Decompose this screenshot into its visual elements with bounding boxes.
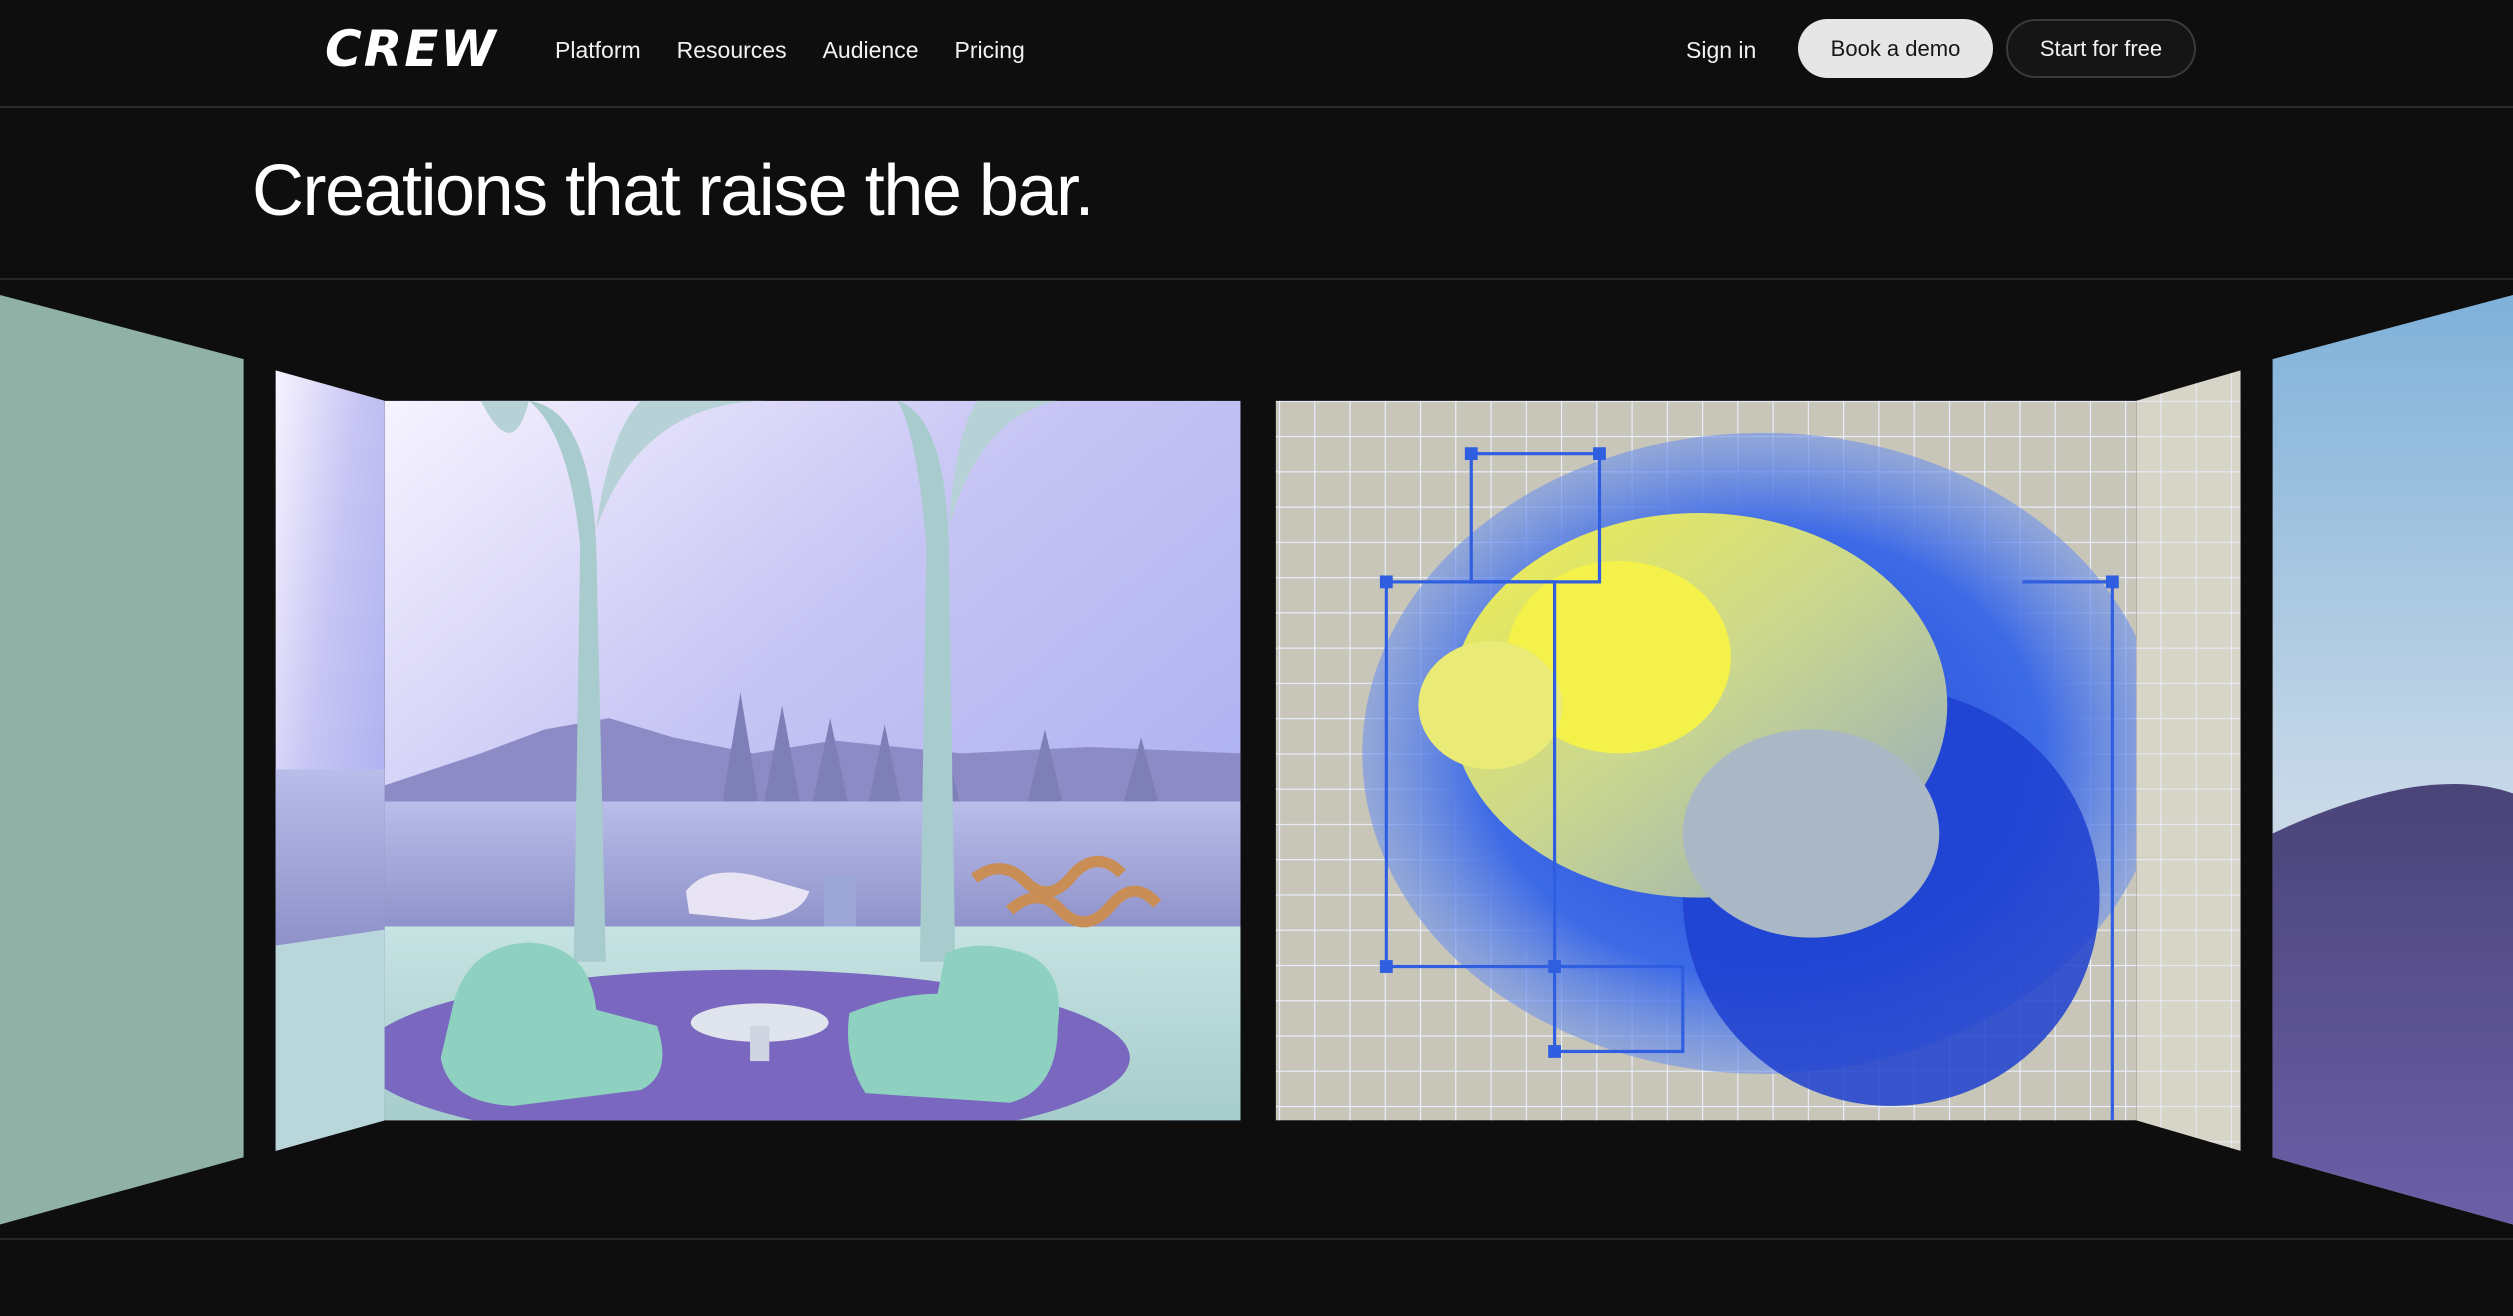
meadow-side-panel[interactable] (2272, 294, 2513, 1225)
coral-scan-render[interactable] (1275, 400, 2164, 1121)
grid-side-panel[interactable] (2136, 370, 2241, 1151)
creations-gallery (0, 0, 2513, 1316)
pavilion-side-panel[interactable] (275, 370, 385, 1151)
teal-side-panel[interactable] (0, 294, 244, 1225)
lake-pavilion-render[interactable] (361, 400, 1241, 1146)
section-divider-bottom (0, 1238, 2513, 1240)
